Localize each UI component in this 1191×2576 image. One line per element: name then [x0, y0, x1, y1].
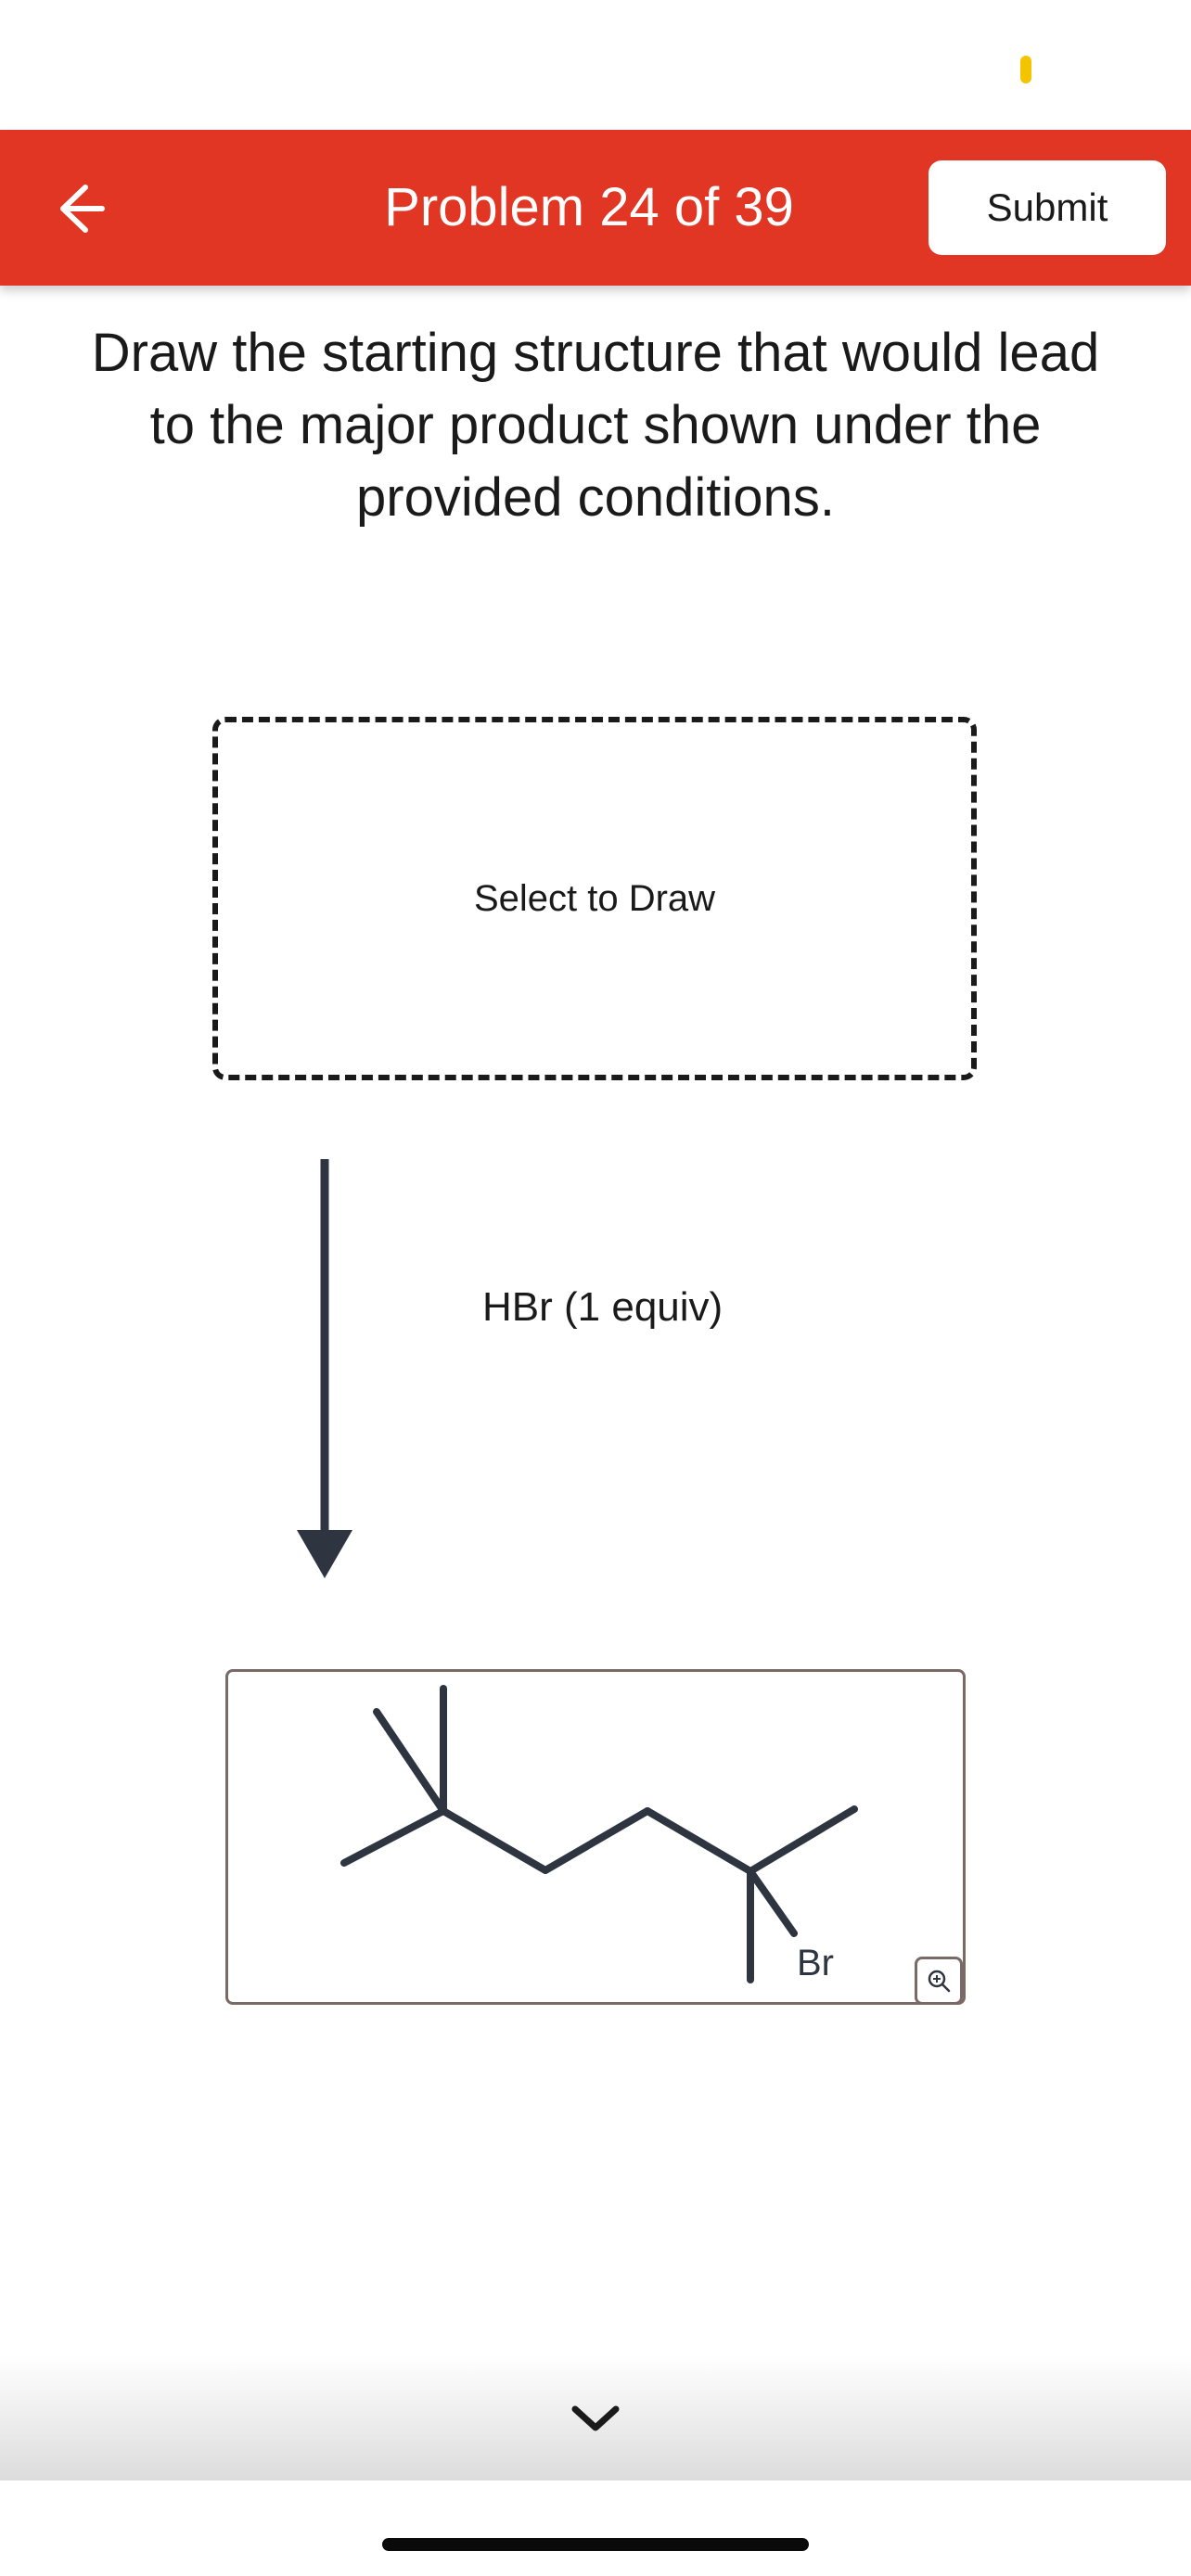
bond	[644, 1807, 754, 1875]
bond	[440, 1807, 549, 1874]
bond	[747, 1805, 858, 1875]
submit-button[interactable]: Submit	[928, 160, 1166, 255]
arrow-left-icon	[60, 185, 105, 233]
draw-area[interactable]: Select to Draw	[212, 717, 977, 1080]
question-text: Draw the starting structure that would l…	[91, 323, 1100, 528]
zoom-in-icon	[928, 1970, 951, 1993]
reagent-label: HBr (1 equiv)	[482, 1284, 724, 1330]
product-structure: Br	[225, 1669, 966, 2005]
atom-label-br: Br	[797, 1943, 834, 1983]
reaction-arrow-icon	[297, 1159, 352, 1578]
bond	[340, 1807, 447, 1867]
molecule-skeleton-icon	[340, 1685, 858, 1983]
chevron-down-icon[interactable]	[568, 2400, 623, 2437]
bond	[373, 1708, 447, 1815]
zoom-button[interactable]	[915, 1957, 963, 2005]
home-indicator[interactable]	[382, 2538, 809, 2551]
bond	[542, 1807, 651, 1874]
status-indicator-dot	[1020, 56, 1031, 83]
problem-title: Problem 24 of 39	[384, 177, 794, 237]
bond	[747, 1868, 798, 1937]
page: Problem 24 of 39 Submit Draw the startin…	[0, 0, 1191, 2576]
header-bar: Problem 24 of 39 Submit	[0, 130, 1191, 286]
back-button[interactable]	[46, 176, 111, 241]
status-bar	[0, 0, 1191, 130]
draw-area-label: Select to Draw	[473, 877, 716, 919]
